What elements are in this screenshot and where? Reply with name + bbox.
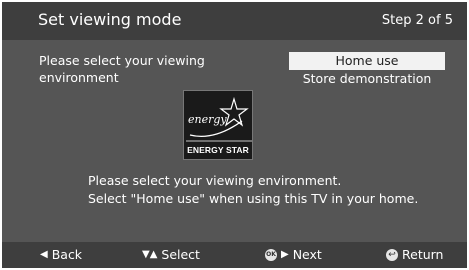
step-indicator: Step 2 of 5	[381, 13, 453, 28]
back-label: Back	[51, 247, 83, 262]
energy-star-label: ENERGY STAR	[187, 145, 249, 155]
setup-panel: Set viewing mode Step 2 of 5 Please sele…	[2, 2, 467, 268]
description-line-2: Select "Home use" when using this TV in …	[88, 191, 419, 206]
description-text: Please select your viewing environment. …	[88, 172, 418, 208]
energy-star-logo: energy ENERGY STAR	[183, 90, 253, 160]
tv-screen: Set viewing mode Step 2 of 5 Please sele…	[0, 0, 469, 270]
prompt-line-1: Please select your viewing	[39, 53, 205, 68]
select-hint[interactable]: ▼▲ Select	[142, 247, 200, 263]
select-label: Select	[161, 247, 200, 262]
description-line-1: Please select your viewing environment.	[88, 173, 342, 188]
environment-prompt: Please select your viewing environment	[39, 52, 239, 86]
page-title: Set viewing mode	[38, 10, 182, 29]
prompt-line-2: environment	[39, 70, 119, 85]
right-triangle-icon: ▶	[281, 249, 289, 260]
return-icon: ↩	[386, 249, 398, 261]
option-store-demonstration[interactable]: Store demonstration	[289, 70, 445, 88]
ok-button-icon: OK	[265, 249, 277, 261]
return-button[interactable]: ↩ Return	[386, 247, 443, 263]
mode-options-list: Home use Store demonstration	[289, 52, 445, 88]
return-label: Return	[402, 247, 444, 262]
next-button[interactable]: OK ▶ Next	[265, 247, 322, 263]
header-bar: Set viewing mode Step 2 of 5	[2, 2, 467, 40]
back-button[interactable]: ◀ Back	[40, 247, 82, 263]
next-label: Next	[292, 247, 322, 262]
left-triangle-icon: ◀	[40, 249, 48, 260]
option-home-use[interactable]: Home use	[289, 52, 445, 70]
footer-bar: ◀ Back ▼▲ Select OK ▶ Next ↩ Return	[2, 242, 467, 268]
energy-script-text: energy	[188, 113, 227, 126]
up-down-arrows-icon: ▼▲	[142, 249, 158, 260]
